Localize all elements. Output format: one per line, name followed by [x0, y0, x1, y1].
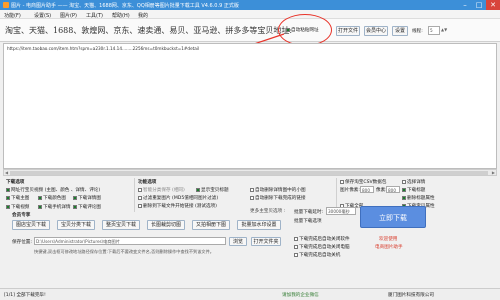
batch-delay-label: 批量下载延时:: [294, 210, 324, 215]
category-download-button[interactable]: 宝贝分类下载: [57, 220, 95, 230]
checkbox[interactable]: [138, 204, 142, 208]
save-path-label: 保存位置:: [12, 240, 32, 245]
save-csv-option[interactable]: 保存淘宝CSV数据包: [340, 179, 386, 185]
url-textarea[interactable]: https://item.taobao.com/item.htm?spm=a23…: [3, 43, 497, 169]
save-path-note: 快捷键,双击框可修改地址路径保存位置:下载后不要改变文件名,否则删除操作中查找不…: [34, 249, 214, 254]
status-bar: [1/1] 全部下载完毕! 请加我的企业微信 厦门图片科技有限公司: [0, 288, 500, 300]
option-label: 下载手机详情: [43, 205, 71, 210]
option-label: 下载完成后自动关机: [299, 253, 341, 258]
checkbox[interactable]: [402, 180, 406, 184]
page-download-button[interactable]: 整页宝贝下载: [102, 220, 140, 230]
delete-title-attr-option[interactable]: 删除标题属性: [402, 195, 435, 201]
horizontal-scrollbar[interactable]: ◀ ▶: [3, 169, 497, 176]
checkbox[interactable]: [6, 205, 10, 209]
auto-poweroff-option[interactable]: 下载完成后自动关机: [294, 252, 340, 258]
watermark-button[interactable]: 批量加水印设置: [237, 220, 281, 230]
download-detail-image[interactable]: 下载详情图: [73, 195, 101, 201]
delete-to-start-option[interactable]: 删除到下载文件开始链接 (测试选项): [138, 203, 217, 209]
show-title-option[interactable]: 显示宝贝标题: [196, 187, 229, 193]
batch-options-subtitle: 批量下载选项: [294, 219, 322, 224]
download-options-title: 下载选项: [6, 180, 25, 185]
checkbox[interactable]: [196, 188, 200, 192]
checkbox[interactable]: [73, 196, 77, 200]
option-label: 过滤重复图片 (MD5值相同图片过滤): [143, 196, 219, 201]
filter-duplicates-option[interactable]: 过滤重复图片 (MD5值相同图片过滤): [138, 195, 218, 201]
option-label: 下载完成后自动关闭软件: [299, 237, 350, 242]
option-label: 选择详情: [407, 180, 426, 185]
scrollbar-thumb[interactable]: [10, 171, 488, 175]
option-label: 下载完成后自动关闭电脑: [299, 245, 350, 250]
delete-small-images-option[interactable]: 自动删除详情图中的小图: [250, 187, 306, 193]
download-main-image[interactable]: 下载主图: [6, 195, 29, 201]
option-label: 下载视频: [11, 205, 30, 210]
download-title-option[interactable]: 下载标题: [402, 187, 425, 193]
scroll-right-icon[interactable]: ▶: [492, 170, 495, 175]
app-name-link[interactable]: 电商图片助手: [375, 244, 403, 250]
divider: [134, 178, 135, 212]
checkbox[interactable]: [138, 188, 142, 192]
option-label: 智能分类保存 (相同): [143, 188, 185, 193]
height-input[interactable]: 800: [386, 186, 400, 193]
checkbox[interactable]: [73, 205, 77, 209]
option-label: 网址行宝贝视频 (主图、颜色 、详情、评论): [11, 188, 101, 193]
checkbox[interactable]: [38, 205, 42, 209]
resolution-input[interactable]: 800: [360, 186, 374, 193]
option-label: 自动删除详情图中的小图: [255, 188, 306, 193]
option-label: 下载主图: [11, 196, 30, 201]
long-image-cut-button[interactable]: 长图裁剪切图: [147, 220, 185, 230]
checkbox[interactable]: [6, 188, 10, 192]
more-options-label[interactable]: 更多主宝贝选项 :: [250, 208, 285, 214]
download-video[interactable]: 下载视频: [6, 204, 29, 210]
option-label: 下载标题: [407, 188, 426, 193]
checkbox[interactable]: [6, 196, 10, 200]
option-label: 删除标题属性: [407, 196, 435, 201]
delete-completed-option[interactable]: 自动删除下载完成的链接: [250, 195, 306, 201]
checkbox[interactable]: [138, 196, 142, 200]
option-label: 删除到下载文件开始链接 (测试选项): [143, 204, 217, 209]
download-mobile-detail[interactable]: 下载手机详情: [38, 204, 71, 210]
open-folder-button[interactable]: 打开文件夹: [251, 237, 281, 246]
checkbox[interactable]: [294, 237, 298, 241]
resolution-label: 图片像素:: [340, 188, 360, 193]
video-master-option[interactable]: 网址行宝贝视频 (主图、颜色 、详情、评论): [6, 187, 100, 193]
checkbox[interactable]: [402, 196, 406, 200]
option-label: 自动删除下载完成的链接: [255, 196, 306, 201]
browse-button[interactable]: 浏览: [229, 237, 247, 246]
select-detail-option[interactable]: 选择详情: [402, 179, 425, 185]
batch-delay-input[interactable]: 30000毫秒: [326, 207, 356, 215]
welcome-link[interactable]: 欢迎使用: [379, 236, 397, 242]
close-app-option[interactable]: 下载完成后自动关闭软件: [294, 236, 350, 242]
checkbox[interactable]: [294, 253, 298, 257]
option-label: 下载评论图: [78, 205, 101, 210]
checkbox[interactable]: [250, 196, 254, 200]
contact-text[interactable]: 请加我的企业微信: [282, 292, 319, 298]
option-label: 下载详情图: [78, 196, 101, 201]
checkbox[interactable]: [340, 180, 344, 184]
checkbox[interactable]: [402, 188, 406, 192]
checkbox[interactable]: [294, 245, 298, 249]
company-name: 厦门图片科技有限公司: [388, 293, 434, 298]
member-tools-title: 会员专享: [12, 213, 31, 218]
status-message: [1/1] 全部下载完毕!: [4, 293, 46, 298]
youpai-album-button[interactable]: 又拍相册下图: [192, 220, 230, 230]
download-review-image[interactable]: 下载评论图: [73, 204, 101, 210]
download-color-image[interactable]: 下载颜色图: [38, 195, 66, 201]
option-label: 显示宝贝标题: [201, 188, 229, 193]
scroll-left-icon[interactable]: ◀: [5, 170, 8, 175]
save-path-input[interactable]: D:\Users\Administrator\Pictures\电商图片: [34, 237, 226, 245]
shutdown-pc-option[interactable]: 下载完成后自动关闭电脑: [294, 244, 350, 250]
function-options-title: 功能选项: [138, 180, 157, 185]
option-label: 下载颜色图: [43, 196, 66, 201]
checkbox[interactable]: [38, 196, 42, 200]
checkbox[interactable]: [250, 188, 254, 192]
option-label: 保存淘宝CSV数据包: [345, 180, 387, 185]
shop-download-button[interactable]: 图店宝贝下载: [12, 220, 50, 230]
start-download-button[interactable]: 立即下载: [360, 206, 426, 228]
url-text: https://item.taobao.com/item.htm?spm=a23…: [7, 46, 200, 51]
smart-category-option[interactable]: 智能分类保存 (相同): [138, 187, 185, 193]
